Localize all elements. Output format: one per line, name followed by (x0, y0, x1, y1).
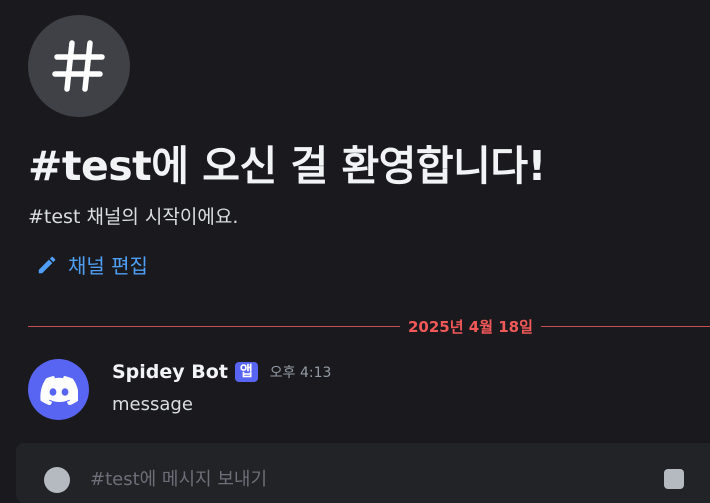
message-item[interactable]: Spidey Bot 앱 오후 4:13 message (28, 357, 710, 423)
discord-logo-icon (39, 375, 78, 405)
message-composer (16, 443, 710, 503)
hashtag-icon (52, 40, 105, 92)
welcome-title: #test에 오신 걸 환영합니다! (28, 142, 546, 190)
edit-channel-label: 채널 편집 (68, 254, 148, 278)
welcome-subtitle: #test 채널의 시작이에요. (28, 206, 239, 228)
message-content: message (112, 394, 193, 415)
divider-line-right (540, 325, 710, 327)
message-username[interactable]: Spidey Bot (112, 361, 228, 383)
edit-channel-button[interactable]: 채널 편집 (36, 250, 148, 279)
divider-date: 2025년 4월 18일 (408, 317, 533, 336)
date-divider: 2025년 4월 18일 (28, 316, 710, 336)
message-header: Spidey Bot 앱 오후 4:13 (112, 361, 331, 383)
plus-circle-icon[interactable] (44, 467, 70, 493)
avatar[interactable] (28, 359, 89, 420)
message-input[interactable] (88, 463, 632, 495)
app-badge: 앱 (234, 362, 258, 382)
gift-icon[interactable] (664, 469, 684, 489)
divider-line-left (28, 325, 400, 327)
message-timestamp: 오후 4:13 (269, 365, 332, 381)
pencil-icon (38, 256, 56, 273)
channel-icon-circle (28, 15, 130, 117)
